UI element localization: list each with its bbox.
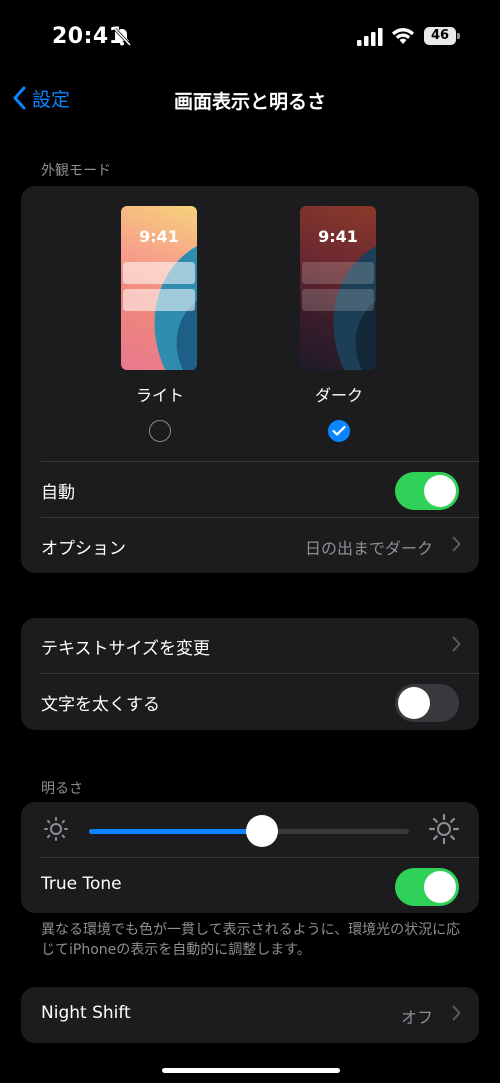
dark-mode-radio[interactable] xyxy=(328,420,350,442)
bold-text-toggle[interactable] xyxy=(395,684,459,722)
night-shift-label: Night Shift xyxy=(41,1003,131,1023)
dark-mode-preview: 9:41 xyxy=(300,206,376,370)
light-mode-label: ライト xyxy=(135,386,184,405)
chevron-right-icon xyxy=(452,536,461,552)
dark-preview-widget xyxy=(302,289,374,311)
silent-bell-icon xyxy=(113,27,132,47)
bold-text-label: 文字を太くする xyxy=(41,695,160,715)
brightness-slider-row xyxy=(21,802,479,858)
page-title: 画面表示と明るさ xyxy=(173,91,326,113)
status-bar: 20:41 46 xyxy=(0,0,500,70)
appearance-section-header: 外観モード xyxy=(41,163,111,179)
light-mode-option[interactable]: 9:41 ライト xyxy=(121,206,199,442)
options-row[interactable]: オプション 日の出までダーク xyxy=(21,518,479,573)
bold-text-row: 文字を太くする xyxy=(21,674,479,730)
brightness-slider-thumb[interactable] xyxy=(245,815,278,847)
toggle-knob xyxy=(424,871,456,903)
light-preview-widget xyxy=(123,289,195,311)
wifi-icon xyxy=(392,27,414,44)
brightness-section-header: 明るさ xyxy=(41,781,83,797)
true-tone-row: True Tone xyxy=(21,858,479,913)
light-preview-widget xyxy=(123,262,195,284)
text-size-row[interactable]: テキストサイズを変更 xyxy=(21,618,479,674)
text-group: テキストサイズを変更 文字を太くする xyxy=(21,618,479,730)
toggle-knob xyxy=(424,475,456,507)
sun-min-icon xyxy=(44,817,68,841)
dark-mode-label: ダーク xyxy=(314,386,363,405)
true-tone-label: True Tone xyxy=(41,874,122,894)
dark-mode-option[interactable]: 9:41 ダーク xyxy=(300,206,378,442)
brightness-slider[interactable] xyxy=(89,815,409,847)
options-label: オプション xyxy=(41,539,126,559)
light-mode-radio[interactable] xyxy=(149,420,171,442)
true-tone-footer: 異なる環境でも色が一貫して表示されるように、環境光の状況に応じてiPhoneの表… xyxy=(41,922,461,958)
chevron-right-icon xyxy=(452,1005,461,1021)
night-shift-group: Night Shift オフ xyxy=(21,987,479,1043)
dark-preview-widget xyxy=(302,262,374,284)
checkmark-icon xyxy=(332,425,346,436)
brightness-slider-fill xyxy=(89,829,262,834)
auto-row: 自動 xyxy=(21,462,479,518)
battery-icon: 46 xyxy=(424,27,460,45)
sun-max-icon xyxy=(429,814,459,844)
light-preview-time: 9:41 xyxy=(139,227,179,246)
navigation-bar: 設定 画面表示と明るさ xyxy=(0,78,500,118)
true-tone-toggle[interactable] xyxy=(395,868,459,906)
options-value: 日の出までダーク xyxy=(304,539,433,558)
light-mode-preview: 9:41 xyxy=(121,206,197,370)
home-indicator xyxy=(162,1068,340,1073)
auto-label: 自動 xyxy=(41,483,75,503)
appearance-group: 9:41 ライト 9:41 ダーク 自動 オプション 日の出までダーク xyxy=(21,186,479,573)
text-size-label: テキストサイズを変更 xyxy=(41,639,210,659)
toggle-knob xyxy=(398,687,430,719)
brightness-group: True Tone xyxy=(21,802,479,913)
cellular-signal-icon xyxy=(357,28,383,46)
dark-preview-time: 9:41 xyxy=(318,227,358,246)
auto-toggle[interactable] xyxy=(395,472,459,510)
night-shift-value: オフ xyxy=(400,1008,433,1027)
night-shift-row[interactable]: Night Shift オフ xyxy=(21,987,479,1043)
chevron-right-icon xyxy=(452,636,461,652)
